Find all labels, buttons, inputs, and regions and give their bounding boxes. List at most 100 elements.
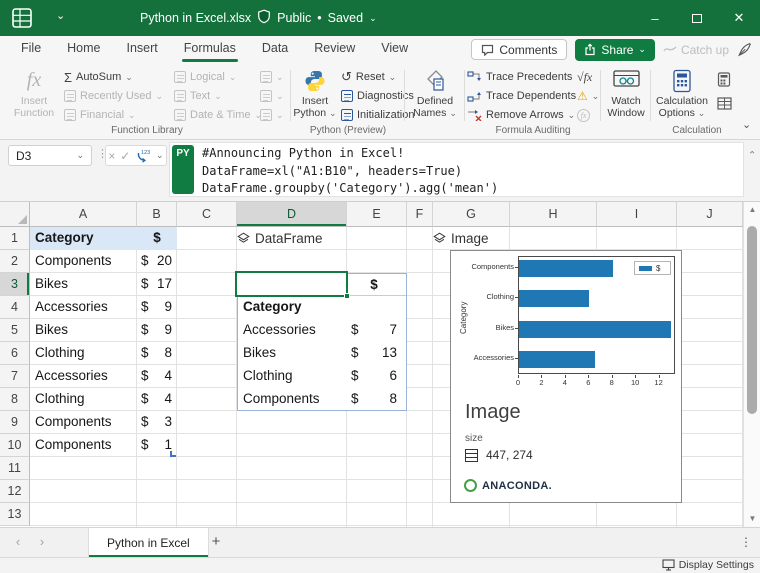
column-header-i[interactable]: I: [597, 202, 677, 227]
row-header-11[interactable]: 11: [0, 457, 30, 480]
python-output-type-icon[interactable]: 123: [135, 148, 151, 163]
cell-amount[interactable]: $20: [137, 250, 177, 273]
more-functions-button[interactable]: ⌄: [260, 106, 284, 124]
cell-amount[interactable]: $4: [137, 388, 177, 411]
vertical-scrollbar[interactable]: ▲ ▼: [743, 202, 760, 527]
scroll-up-icon[interactable]: ▲: [744, 205, 760, 214]
row-header-7[interactable]: 7: [0, 365, 30, 388]
row-header-1[interactable]: 1: [0, 227, 30, 250]
add-sheet-button[interactable]: +: [205, 533, 227, 550]
insert-function-button[interactable]: fx Insert Function: [8, 67, 60, 120]
cells-layer[interactable]: DataFrame Image $ Category Accessories$7…: [30, 227, 743, 527]
prev-sheet-icon[interactable]: ‹: [8, 534, 28, 549]
cell-category[interactable]: Components: [30, 250, 137, 273]
code-line[interactable]: #Announcing Python in Excel!: [202, 145, 739, 163]
cell-amount[interactable]: $4: [137, 365, 177, 388]
tab-overflow-icon[interactable]: ⋮: [740, 535, 752, 549]
cell-category[interactable]: Clothing: [30, 388, 137, 411]
cell-category[interactable]: Components: [30, 411, 137, 434]
scroll-down-icon[interactable]: ▼: [744, 514, 760, 523]
row-header-10[interactable]: 10: [0, 434, 30, 457]
menu-tab-file[interactable]: File: [8, 36, 54, 62]
column-header-g[interactable]: G: [433, 202, 510, 227]
column-header-j[interactable]: J: [677, 202, 743, 227]
fill-handle[interactable]: [344, 293, 350, 299]
cell-amount[interactable]: $8: [137, 342, 177, 365]
defined-names-button[interactable]: Defined Names ⌄: [407, 67, 463, 120]
dataframe-heading[interactable]: DataFrame: [237, 227, 323, 250]
menu-tab-formulas[interactable]: Formulas: [171, 36, 249, 62]
row-header-9[interactable]: 9: [0, 411, 30, 434]
cell-category[interactable]: Clothing: [30, 342, 137, 365]
code-line[interactable]: DataFrame=xl("A1:B10", headers=True): [202, 163, 739, 181]
quill-icon[interactable]: [737, 42, 752, 57]
row-header-8[interactable]: 8: [0, 388, 30, 411]
sensitivity-label[interactable]: Public: [277, 11, 311, 25]
formula-input[interactable]: PY #Announcing Python in Excel!DataFrame…: [169, 142, 744, 197]
cell-category[interactable]: Accessories: [30, 296, 137, 319]
enter-icon[interactable]: ✓: [120, 149, 130, 163]
evaluate-formula-button[interactable]: fx: [577, 106, 590, 124]
math-trig-button[interactable]: ⌄: [260, 87, 284, 105]
scrollbar-thumb[interactable]: [747, 226, 757, 414]
autosum-button[interactable]: Σ AutoSum⌄: [64, 68, 133, 86]
remove-arrows-button[interactable]: Remove Arrows⌄: [467, 106, 575, 124]
watch-window-button[interactable]: Watch Window: [603, 67, 649, 120]
cell-amount[interactable]: $3: [137, 411, 177, 434]
cell-category[interactable]: Accessories: [30, 365, 137, 388]
quick-access-toolbar-icon[interactable]: ⌄: [56, 9, 65, 22]
show-formulas-button[interactable]: √fx: [577, 68, 592, 86]
column-header-h[interactable]: H: [510, 202, 597, 227]
name-box[interactable]: D3 ⌄: [8, 145, 92, 166]
cell-amount[interactable]: $9: [137, 296, 177, 319]
sheet-tab-python-in-excel[interactable]: Python in Excel: [88, 528, 209, 557]
code-line[interactable]: DataFrame.groupby('Category').agg('mean'…: [202, 180, 739, 198]
cell-amount[interactable]: $17: [137, 273, 177, 296]
collapse-formula-bar-icon[interactable]: ⌄: [748, 148, 756, 159]
row-header-3[interactable]: 3: [0, 273, 30, 296]
menu-tab-data[interactable]: Data: [249, 36, 301, 62]
insert-python-button[interactable]: Insert Python ⌄: [293, 67, 337, 120]
image-card[interactable]: Category $ Image size 447, 274 ANACONDA.…: [450, 250, 682, 503]
save-status[interactable]: Saved: [328, 11, 363, 25]
calculation-options-button[interactable]: Calculation Options ⌄: [653, 67, 711, 120]
minimize-button[interactable]: –: [634, 0, 676, 36]
lookup-reference-button[interactable]: ⌄: [260, 68, 284, 86]
cell-category[interactable]: Bikes: [30, 273, 137, 296]
chevron-down-icon[interactable]: ⌄: [156, 150, 164, 161]
recently-used-button[interactable]: Recently Used⌄: [64, 87, 163, 105]
catch-up-button[interactable]: Catch up: [663, 43, 729, 57]
trace-precedents-button[interactable]: Trace Precedents: [467, 68, 572, 86]
column-header-d[interactable]: D: [237, 202, 347, 227]
reset-button[interactable]: ↺ Reset⌄: [341, 68, 396, 86]
calculate-sheet-button[interactable]: [717, 95, 732, 113]
cell-category[interactable]: Components: [30, 434, 137, 457]
close-button[interactable]: ✕: [718, 0, 760, 36]
date-time-button[interactable]: Date & Time⌄: [174, 106, 262, 124]
row-header-13[interactable]: 13: [0, 503, 30, 526]
logical-button[interactable]: Logical⌄: [174, 68, 236, 86]
diagnostics-button[interactable]: Diagnostics: [341, 87, 414, 105]
menu-tab-home[interactable]: Home: [54, 36, 113, 62]
row-header-12[interactable]: 12: [0, 480, 30, 503]
column-header-a[interactable]: A: [30, 202, 137, 227]
row-header-6[interactable]: 6: [0, 342, 30, 365]
column-header-c[interactable]: C: [177, 202, 237, 227]
row-header-2[interactable]: 2: [0, 250, 30, 273]
column-header-b[interactable]: B: [137, 202, 177, 227]
cancel-icon[interactable]: ×: [108, 149, 115, 163]
image-heading[interactable]: Image: [433, 227, 489, 250]
row-header-4[interactable]: 4: [0, 296, 30, 319]
comments-button[interactable]: Comments: [471, 39, 567, 60]
menu-tab-view[interactable]: View: [368, 36, 421, 62]
row-header-5[interactable]: 5: [0, 319, 30, 342]
error-checking-button[interactable]: ⚠⌄: [577, 87, 599, 105]
display-settings-button[interactable]: Display Settings: [662, 559, 754, 571]
text-button[interactable]: Text⌄: [174, 87, 222, 105]
cell-b1[interactable]: $: [137, 227, 177, 250]
maximize-button[interactable]: [676, 0, 718, 36]
column-header-f[interactable]: F: [407, 202, 433, 227]
trace-dependents-button[interactable]: Trace Dependents: [467, 87, 576, 105]
menu-tab-insert[interactable]: Insert: [114, 36, 171, 62]
formula-code[interactable]: #Announcing Python in Excel!DataFrame=xl…: [202, 145, 739, 198]
